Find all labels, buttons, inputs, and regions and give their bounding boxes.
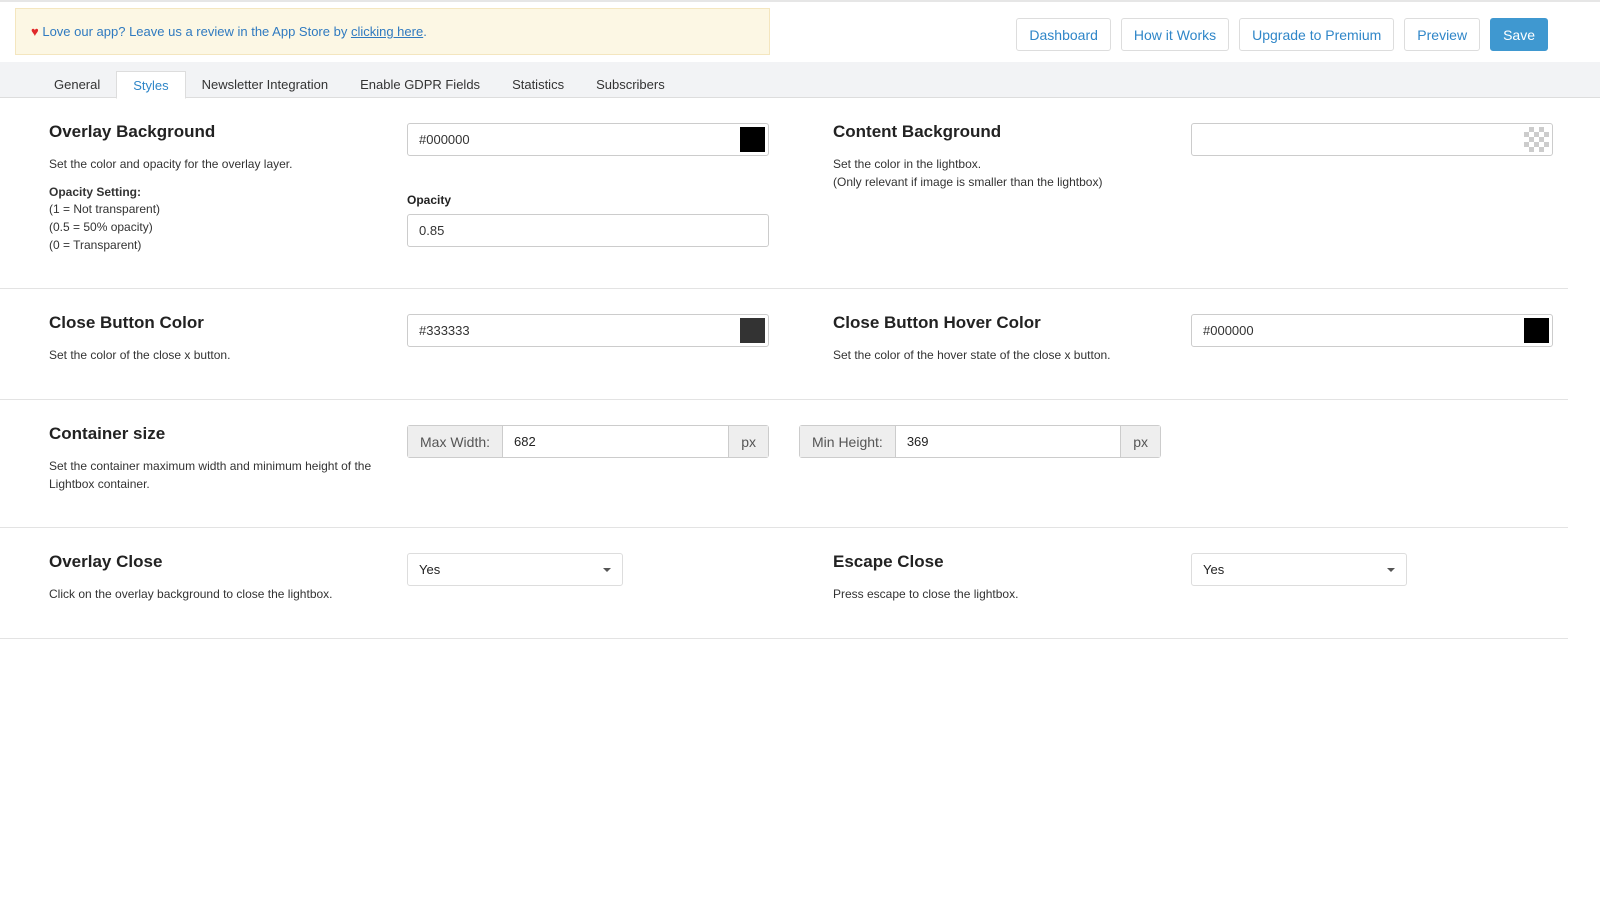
caret-down-icon bbox=[603, 567, 611, 572]
how-it-works-button[interactable]: How it Works bbox=[1120, 18, 1230, 51]
overlay-close-title: Overlay Close bbox=[49, 552, 163, 571]
preview-button[interactable]: Preview bbox=[1404, 18, 1481, 51]
tab-bar: General Styles Newsletter Integration En… bbox=[0, 62, 1600, 99]
close-color-input[interactable]: #333333 bbox=[407, 314, 769, 347]
close-hover-input[interactable]: #000000 bbox=[1191, 314, 1553, 347]
overlay-bg-title: Overlay Background bbox=[49, 122, 216, 141]
header-buttons: Dashboard How it Works Upgrade to Premiu… bbox=[1016, 18, 1548, 51]
opacity-note: (0.5 = 50% opacity) bbox=[49, 220, 153, 234]
max-width-label: Max Width: bbox=[408, 426, 503, 457]
overlay-close-value: Yes bbox=[419, 562, 441, 577]
caret-down-icon bbox=[1387, 567, 1395, 572]
tab-statistics[interactable]: Statistics bbox=[496, 71, 580, 98]
unit-label: px bbox=[1121, 426, 1160, 457]
close-hover-value: #000000 bbox=[1203, 323, 1254, 338]
content-bg-note: (Only relevant if image is smaller than … bbox=[833, 175, 1103, 189]
tab-general[interactable]: General bbox=[38, 71, 116, 98]
overlay-color-input[interactable]: #000000 bbox=[407, 123, 769, 156]
escape-close-title: Escape Close bbox=[833, 552, 944, 571]
max-width-input[interactable]: 682 bbox=[502, 426, 730, 457]
escape-close-desc: Press escape to close the lightbox. bbox=[833, 587, 1019, 601]
opacity-label: Opacity bbox=[407, 193, 452, 207]
tab-newsletter-integration[interactable]: Newsletter Integration bbox=[186, 71, 344, 98]
escape-close-value: Yes bbox=[1203, 562, 1225, 577]
tab-styles[interactable]: Styles bbox=[116, 71, 186, 99]
min-height-label: Min Height: bbox=[800, 426, 895, 457]
opacity-value: 0.85 bbox=[419, 223, 445, 238]
notice-end: . bbox=[423, 24, 427, 39]
section-backgrounds: Overlay Background Set the color and opa… bbox=[0, 98, 1568, 289]
overlay-close-desc: Click on the overlay background to close… bbox=[49, 587, 333, 601]
content-bg-desc: Set the color in the lightbox. bbox=[833, 157, 982, 171]
review-notice: ♥ Love our app? Leave us a review in the… bbox=[15, 8, 770, 55]
upgrade-button[interactable]: Upgrade to Premium bbox=[1239, 18, 1395, 51]
section-container-size: Container size Set the container maximum… bbox=[0, 400, 1568, 528]
content-color-input[interactable] bbox=[1191, 123, 1553, 156]
unit-label: px bbox=[729, 426, 768, 457]
color-swatch[interactable] bbox=[740, 127, 765, 152]
color-swatch[interactable] bbox=[740, 318, 765, 343]
min-height-input[interactable]: 369 bbox=[894, 426, 1122, 457]
review-link[interactable]: clicking here bbox=[351, 24, 423, 39]
section-close-colors: Close Button Color Set the color of the … bbox=[0, 289, 1568, 400]
tab-subscribers[interactable]: Subscribers bbox=[580, 71, 681, 98]
save-button[interactable]: Save bbox=[1490, 18, 1548, 51]
opacity-input[interactable]: 0.85 bbox=[407, 214, 769, 247]
overlay-close-select[interactable]: Yes bbox=[407, 553, 623, 586]
close-hover-title: Close Button Hover Color bbox=[833, 313, 1041, 332]
content-bg-title: Content Background bbox=[833, 122, 1002, 141]
section-close-behaviour: Overlay Close Click on the overlay backg… bbox=[0, 528, 1568, 639]
overlay-bg-desc: Set the color and opacity for the overla… bbox=[49, 157, 293, 171]
opacity-note: (1 = Not transparent) bbox=[49, 202, 161, 216]
heart-icon: ♥ bbox=[31, 24, 39, 39]
tab-gdpr-fields[interactable]: Enable GDPR Fields bbox=[344, 71, 496, 98]
opacity-note: (0 = Transparent) bbox=[49, 238, 142, 252]
container-title: Container size bbox=[49, 424, 166, 443]
container-desc: Set the container maximum width and mini… bbox=[49, 459, 372, 491]
min-height-group: Min Height: 369 px bbox=[799, 425, 1161, 458]
max-width-group: Max Width: 682 px bbox=[407, 425, 769, 458]
overlay-color-value: #000000 bbox=[419, 132, 470, 147]
top-border bbox=[0, 0, 1600, 2]
notice-text: Love our app? Leave us a review in the A… bbox=[42, 24, 351, 39]
close-color-value: #333333 bbox=[419, 323, 470, 338]
escape-close-select[interactable]: Yes bbox=[1191, 553, 1407, 586]
close-color-desc: Set the color of the close x button. bbox=[49, 348, 231, 362]
dashboard-button[interactable]: Dashboard bbox=[1016, 18, 1111, 51]
transparent-swatch[interactable] bbox=[1524, 127, 1549, 152]
opacity-heading: Opacity Setting: bbox=[49, 185, 142, 199]
close-hover-desc: Set the color of the hover state of the … bbox=[833, 348, 1111, 362]
color-swatch[interactable] bbox=[1524, 318, 1549, 343]
close-color-title: Close Button Color bbox=[49, 313, 204, 332]
